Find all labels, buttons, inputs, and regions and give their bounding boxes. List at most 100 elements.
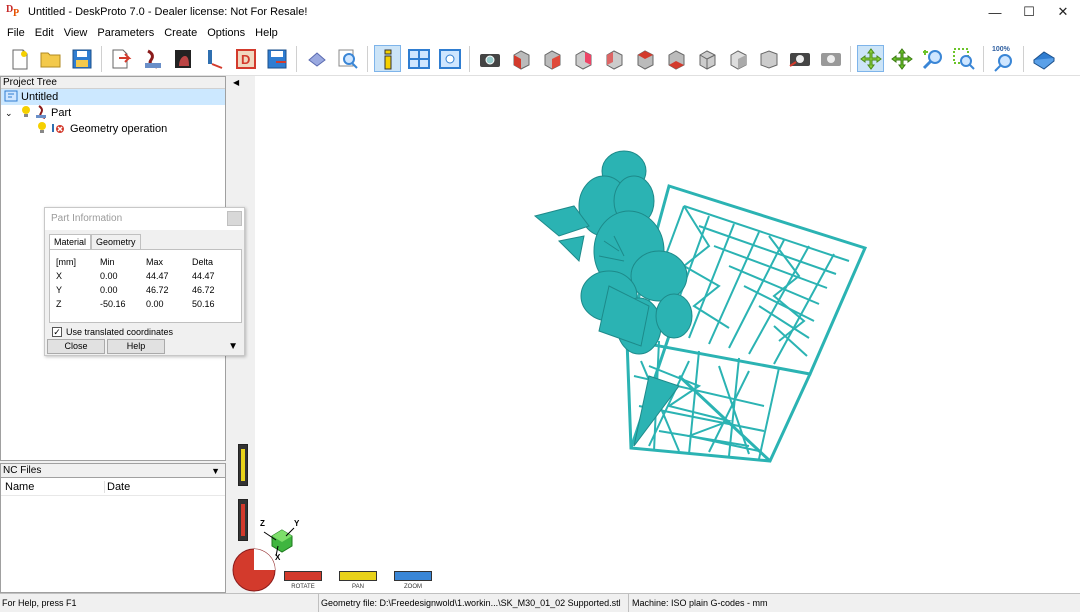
- toolbar-separator: [296, 45, 297, 72]
- tree-item-geometry-operation[interactable]: Geometry operation: [1, 121, 225, 137]
- erase-icon[interactable]: [303, 45, 330, 72]
- zoom-window-icon[interactable]: [950, 45, 977, 72]
- menu-create[interactable]: Create: [159, 27, 202, 39]
- table-header-row: [mm] Min Max Delta: [56, 257, 232, 270]
- layout-icon[interactable]: [405, 45, 432, 72]
- preview-icon[interactable]: [436, 45, 463, 72]
- help-book-icon[interactable]: [1030, 45, 1057, 72]
- axis-gizmo: Z Y X: [258, 516, 306, 562]
- menu-view[interactable]: View: [59, 27, 93, 39]
- view-perspective-icon[interactable]: [755, 45, 782, 72]
- tab-material[interactable]: Material: [49, 234, 92, 249]
- inspect-icon[interactable]: [334, 45, 361, 72]
- rotate-view-icon[interactable]: [857, 45, 884, 72]
- dialog-help-button[interactable]: Help: [107, 339, 165, 354]
- zoom-mode-label: ZOOM: [404, 584, 422, 590]
- pan-slider[interactable]: [238, 444, 248, 486]
- dimensions-table: [mm] Min Max Delta X 0.00 44.47 44.47 Y …: [49, 249, 242, 323]
- view-left-icon[interactable]: [600, 45, 627, 72]
- checkbox-label: Use translated coordinates: [66, 327, 174, 337]
- menu-bar: File Edit View Parameters Create Options…: [0, 24, 1080, 42]
- view-right-icon[interactable]: [538, 45, 565, 72]
- maximize-button[interactable]: ☐: [1012, 0, 1046, 24]
- table-row: Y 0.00 46.72 46.72: [56, 285, 232, 298]
- table-row: Z -50.16 0.00 50.16: [56, 299, 232, 312]
- row-max: 46.72: [146, 285, 169, 295]
- menu-options[interactable]: Options: [202, 27, 250, 39]
- visibility-bulb-icon[interactable]: [21, 105, 31, 121]
- row-axis: X: [56, 271, 63, 281]
- rotate-slider[interactable]: [238, 499, 248, 541]
- collapse-arrow-icon[interactable]: ◀: [233, 78, 239, 87]
- translated-coordinates-checkbox[interactable]: ✓: [52, 327, 62, 337]
- header-delta: Delta: [192, 257, 214, 267]
- pan-mode-button[interactable]: [339, 571, 377, 581]
- view-iso-icon[interactable]: [693, 45, 720, 72]
- dialog-close-icon[interactable]: [227, 211, 242, 226]
- expand-arrow-icon[interactable]: ▼: [228, 341, 238, 352]
- part-parameters-icon[interactable]: [139, 45, 166, 72]
- status-geometry-file: Geometry file: D:\Freedesignwold\1.worki…: [318, 594, 622, 612]
- pan-view-icon[interactable]: [888, 45, 915, 72]
- nc-column-date[interactable]: Date: [105, 481, 130, 493]
- new-file-icon[interactable]: [6, 45, 33, 72]
- chevron-down-icon[interactable]: ⌄: [5, 108, 15, 119]
- header-max: Max: [146, 257, 164, 267]
- close-window-button[interactable]: ✕: [1046, 0, 1080, 24]
- save-icon[interactable]: [68, 45, 95, 72]
- next-view-icon[interactable]: [817, 45, 844, 72]
- row-min: 0.00: [100, 285, 118, 295]
- import-geometry-icon[interactable]: [108, 45, 135, 72]
- toolbar: D 100%: [0, 42, 1080, 76]
- operation-icon[interactable]: [201, 45, 228, 72]
- header-unit: [mm]: [56, 257, 76, 267]
- row-delta: 44.47: [192, 271, 215, 281]
- zoom-100-label: 100%: [992, 46, 1010, 53]
- toolbar-separator: [367, 45, 368, 72]
- toolbar-separator: [101, 45, 102, 72]
- view-front-icon[interactable]: [507, 45, 534, 72]
- bitmap-import-icon[interactable]: [170, 45, 197, 72]
- view-iso2-icon[interactable]: [724, 45, 751, 72]
- 3d-viewport[interactable]: [229, 76, 1080, 593]
- axis-x-label: X: [275, 553, 281, 562]
- menu-edit[interactable]: Edit: [30, 27, 59, 39]
- nc-files-panel: NC Files ▼ Name Date: [0, 463, 226, 593]
- visibility-bulb-icon[interactable]: [37, 121, 47, 137]
- menu-parameters[interactable]: Parameters: [92, 27, 159, 39]
- row-max: 44.47: [146, 271, 169, 281]
- info-icon[interactable]: [374, 45, 401, 72]
- menu-file[interactable]: File: [2, 27, 30, 39]
- drawing-icon[interactable]: D: [232, 45, 259, 72]
- rotate-mode-label: ROTATE: [291, 584, 315, 590]
- dropdown-arrow-icon[interactable]: ▼: [211, 464, 220, 478]
- camera-icon[interactable]: [476, 45, 503, 72]
- export-toolpath-icon[interactable]: [263, 45, 290, 72]
- row-max: 0.00: [146, 299, 164, 309]
- open-folder-icon[interactable]: [37, 45, 64, 72]
- toolbar-separator: [1023, 45, 1024, 72]
- zoom-view-icon[interactable]: [919, 45, 946, 72]
- rotate-mode-button[interactable]: [284, 571, 322, 581]
- zoom-100-icon[interactable]: 100%: [990, 45, 1017, 72]
- menu-help[interactable]: Help: [250, 27, 283, 39]
- minimize-button[interactable]: —: [978, 0, 1012, 24]
- nc-column-name[interactable]: Name: [1, 480, 105, 493]
- zoom-mode-button[interactable]: [394, 571, 432, 581]
- svg-text:D: D: [241, 52, 250, 67]
- status-machine: Machine: ISO plain G-codes - mm: [628, 594, 1078, 612]
- view-back-icon[interactable]: [569, 45, 596, 72]
- tab-geometry[interactable]: Geometry: [91, 234, 141, 249]
- view-top-icon[interactable]: [631, 45, 658, 72]
- view-bottom-icon[interactable]: [662, 45, 689, 72]
- translated-coordinates-option[interactable]: ✓ Use translated coordinates: [52, 327, 173, 337]
- project-icon: [4, 90, 18, 105]
- tree-item-part[interactable]: ⌄ Part: [1, 104, 225, 121]
- dialog-close-button[interactable]: Close: [47, 339, 105, 354]
- row-axis: Y: [56, 285, 63, 295]
- dialog-title-bar[interactable]: Part Information: [45, 208, 244, 230]
- tree-item-untitled[interactable]: Untitled: [1, 89, 225, 105]
- toolbar-separator: [850, 45, 851, 72]
- axis-y-label: Y: [294, 519, 300, 528]
- previous-view-icon[interactable]: [786, 45, 813, 72]
